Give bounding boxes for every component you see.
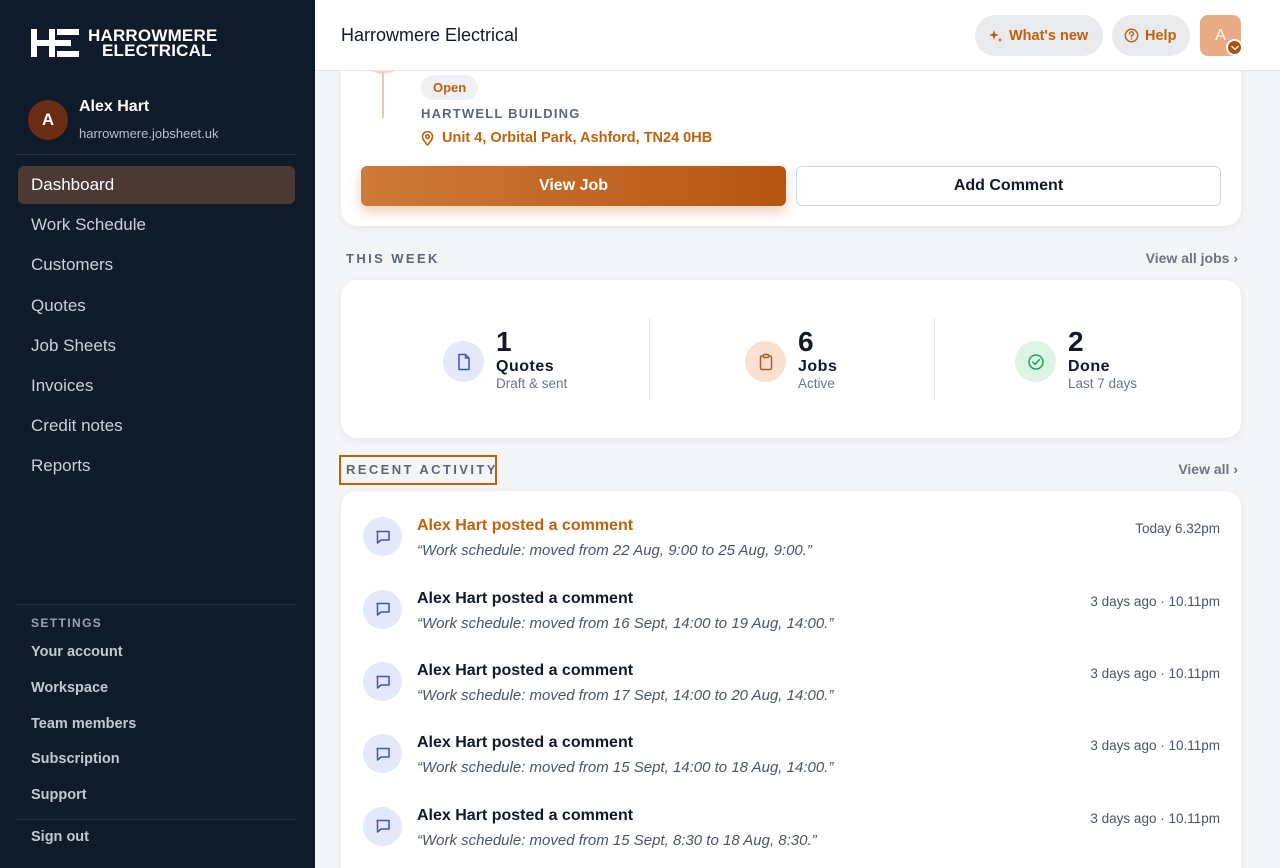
activity-time: 3 days ago · 10.11pm xyxy=(1090,666,1220,681)
settings-item-your-account[interactable]: Your account xyxy=(31,644,136,680)
stat-jobs[interactable]: 6 Jobs Active xyxy=(745,328,837,392)
activity-title: Alex Hart posted a comment xyxy=(417,734,634,751)
list-item[interactable]: Alex Hart posted a comment “Work schedul… xyxy=(341,708,1241,780)
whats-new-label: What's new xyxy=(1009,27,1089,44)
settings-item-subscription[interactable]: Subscription xyxy=(31,751,136,787)
divider xyxy=(16,154,297,155)
brand-logo[interactable]: HARROWMERE ELECTRICAL xyxy=(30,26,218,60)
stat-done[interactable]: 2 Done Last 7 days xyxy=(1015,328,1137,392)
view-all-activity-link[interactable]: View all › xyxy=(1178,461,1238,477)
stat-subtitle: Draft & sent xyxy=(496,376,568,391)
logo-mark-icon xyxy=(31,29,79,57)
stat-label: Quotes xyxy=(496,358,555,375)
settings-heading: SETTINGS xyxy=(31,616,103,630)
user-site: harrowmere.jobsheet.uk xyxy=(79,126,219,141)
chevron-down-icon[interactable] xyxy=(1226,39,1243,56)
avatar: A xyxy=(28,100,68,140)
list-item[interactable]: Alex Hart posted a comment “Work schedul… xyxy=(341,636,1241,708)
job-building: HARTWELL BUILDING xyxy=(421,106,581,121)
check-circle-icon xyxy=(1015,341,1056,382)
comment-icon xyxy=(363,589,402,629)
comment-icon xyxy=(363,662,402,701)
stat-quotes[interactable]: 1 Quotes Draft & sent xyxy=(443,328,567,392)
comment-icon xyxy=(363,806,402,846)
logo-line-2: ELECTRICAL xyxy=(102,41,212,60)
clipboard-icon xyxy=(745,341,786,382)
activity-time: 3 days ago · 10.11pm xyxy=(1090,810,1220,826)
stat-value: 1 xyxy=(496,326,512,357)
user-info: Alex Hart harrowmere.jobsheet.uk xyxy=(79,98,218,141)
nav-item-dashboard[interactable]: Dashboard xyxy=(18,166,295,204)
activity-card: Alex Hart posted a comment “Work schedul… xyxy=(341,491,1241,868)
this-week-card: 1 Quotes Draft & sent 6 Jobs Active 2 Do… xyxy=(341,280,1241,438)
nav-item-quotes[interactable]: Quotes xyxy=(18,287,295,325)
stat-value: 6 xyxy=(798,326,814,357)
status-badge: Open xyxy=(421,75,479,100)
settings-item-support[interactable]: Support xyxy=(31,787,136,823)
stat-subtitle: Last 7 days xyxy=(1068,376,1138,391)
user-name: Alex Hart xyxy=(79,98,150,115)
location-pin-icon xyxy=(421,130,434,146)
document-icon xyxy=(443,341,484,382)
stat-label: Done xyxy=(1068,358,1110,375)
list-item[interactable]: Alex Hart posted a comment “Work schedul… xyxy=(341,781,1241,853)
view-all-jobs-link[interactable]: View all jobs › xyxy=(1146,250,1238,266)
activity-time: 3 days ago · 10.11pm xyxy=(1090,593,1220,609)
activity-title: Alex Hart posted a comment xyxy=(417,589,634,607)
help-button[interactable]: Help xyxy=(1112,15,1190,56)
main-nav: Dashboard Work Schedule Customers Quotes… xyxy=(18,166,295,488)
activity-time: Today 6.32pm xyxy=(1135,521,1220,536)
job-address-text: Unit 4, Orbital Park, Ashford, TN24 0HB xyxy=(442,130,713,146)
stat-jobs-text: 6 Jobs Active xyxy=(798,328,837,392)
user-profile[interactable]: A Alex Hart harrowmere.jobsheet.uk xyxy=(28,98,218,141)
recent-activity-heading: RECENT ACTIVITY xyxy=(346,462,498,477)
whats-new-button[interactable]: What's new xyxy=(975,15,1103,56)
activity-time: 3 days ago · 10.11pm xyxy=(1090,738,1220,753)
activity-title: Alex Hart posted a comment xyxy=(417,517,634,534)
nav-item-customers[interactable]: Customers xyxy=(18,246,295,284)
nav-item-work-schedule[interactable]: Work Schedule xyxy=(18,206,295,244)
activity-text: “Work schedule: moved from 16 Sept, 14:0… xyxy=(417,614,834,632)
page-title: Harrowmere Electrical xyxy=(341,25,519,45)
sidebar: HARROWMERE ELECTRICAL A Alex Hart harrow… xyxy=(0,0,315,868)
nav-item-credit-notes[interactable]: Credit notes xyxy=(18,407,295,445)
settings-item-team-members[interactable]: Team members xyxy=(31,716,136,752)
timeline-line xyxy=(382,72,384,118)
help-circle-icon xyxy=(1124,28,1139,43)
divider xyxy=(16,819,297,820)
this-week-heading: THIS WEEK xyxy=(346,251,440,266)
settings-item-workspace[interactable]: Workspace xyxy=(31,680,136,716)
sign-out-link[interactable]: Sign out xyxy=(31,829,89,845)
comment-icon xyxy=(363,517,402,556)
nav-item-reports[interactable]: Reports xyxy=(18,447,295,485)
stat-label: Jobs xyxy=(798,358,838,375)
divider xyxy=(934,318,935,400)
nav-item-job-sheets[interactable]: Job Sheets xyxy=(18,327,295,365)
activity-text: “Work schedule: moved from 15 Sept, 14:0… xyxy=(417,759,834,776)
stat-subtitle: Active xyxy=(798,376,835,391)
settings-nav: Your account Workspace Team members Subs… xyxy=(31,644,136,823)
nav-item-invoices[interactable]: Invoices xyxy=(18,367,295,405)
add-comment-button[interactable]: Add Comment xyxy=(796,166,1221,206)
logo-text: HARROWMERE ELECTRICAL xyxy=(88,27,218,60)
divider xyxy=(16,604,297,605)
sparkle-icon xyxy=(989,29,1003,42)
list-item[interactable]: Alex Hart posted a comment “Work schedul… xyxy=(341,564,1241,636)
stat-quotes-text: 1 Quotes Draft & sent xyxy=(496,328,567,392)
activity-text: “Work schedule: moved from 22 Aug, 9:00 … xyxy=(417,542,812,559)
list-item[interactable]: Alex Hart posted a comment “Work schedul… xyxy=(341,491,1241,563)
divider xyxy=(649,318,650,400)
stat-done-text: 2 Done Last 7 days xyxy=(1068,328,1137,392)
job-address: Unit 4, Orbital Park, Ashford, TN24 0HB xyxy=(421,130,712,146)
activity-text: “Work schedule: moved from 15 Sept, 8:30… xyxy=(417,831,817,849)
stat-value: 2 xyxy=(1068,326,1084,357)
view-job-button[interactable]: View Job xyxy=(361,166,786,206)
activity-title: Alex Hart posted a comment xyxy=(417,806,634,824)
activity-text: “Work schedule: moved from 17 Sept, 14:0… xyxy=(417,687,834,704)
comment-icon xyxy=(363,734,402,773)
top-bar: Harrowmere Electrical What's new Help A xyxy=(315,0,1280,71)
help-label: Help xyxy=(1145,27,1177,44)
activity-title: Alex Hart posted a comment xyxy=(417,662,634,679)
